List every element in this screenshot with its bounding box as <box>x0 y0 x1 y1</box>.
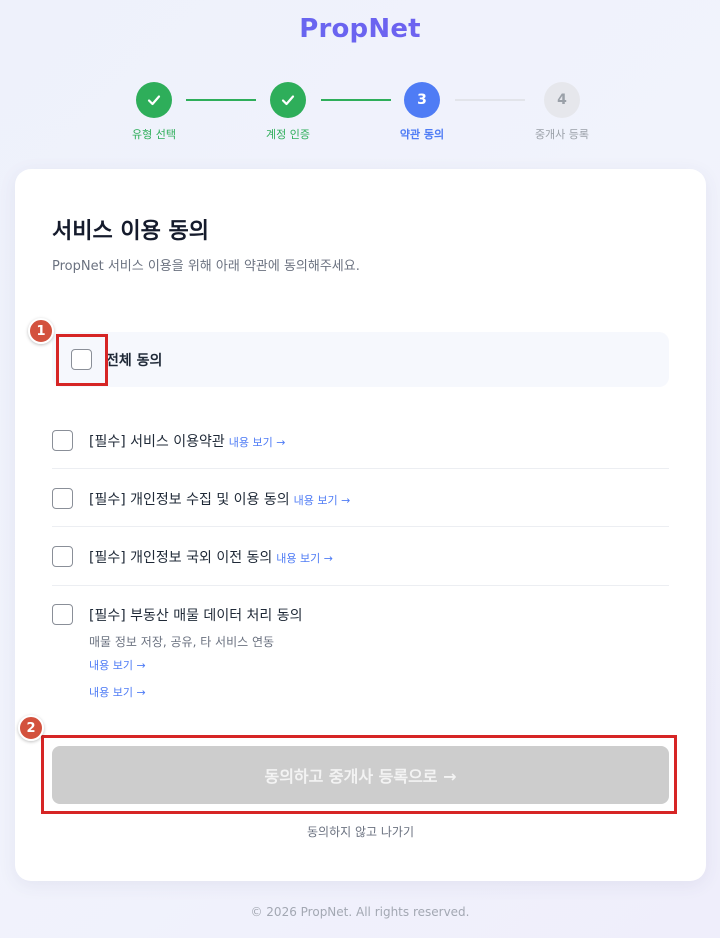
step-connector <box>321 99 391 101</box>
term-service-label: [필수] 서비스 이용약관 <box>89 434 225 450</box>
term-row-privacy-collection[interactable]: [필수] 개인정보 수집 및 이용 동의 내용 보기 → <box>52 488 669 510</box>
check-icon <box>147 95 161 106</box>
term-property-data-label: [필수] 부동산 매물 데이터 처리 동의 <box>89 608 303 624</box>
highlight-box-1 <box>56 334 108 386</box>
term-service-checkbox[interactable] <box>52 430 73 451</box>
step-1-indicator <box>136 82 172 118</box>
term-property-data-checkbox[interactable] <box>52 604 73 625</box>
term-property-data-description: 매물 정보 저장, 공유, 타 서비스 연동 <box>89 635 275 649</box>
term-row-property-data[interactable]: [필수] 부동산 매물 데이터 처리 동의 <box>52 604 669 626</box>
step-3-label: 약관 동의 <box>399 128 445 141</box>
term-privacy-collection-label: [필수] 개인정보 수집 및 이용 동의 <box>89 492 290 508</box>
progress-stepper: 유형 선택 계정 인증 3 약관 동의 4 중개사 등록 <box>0 82 720 152</box>
step-connector <box>186 99 256 101</box>
step-4-indicator: 4 <box>544 82 580 118</box>
term-privacy-transfer-view-link[interactable]: 내용 보기 → <box>276 552 333 565</box>
step-4-label: 중개사 등록 <box>534 128 590 141</box>
annotation-badge-2: 2 <box>18 715 44 741</box>
annotation-badge-1: 1 <box>28 318 54 344</box>
step-3-indicator: 3 <box>404 82 440 118</box>
page-title: 서비스 이용 동의 <box>52 219 209 244</box>
step-2-indicator <box>270 82 306 118</box>
decline-exit-link[interactable]: 동의하지 않고 나가기 <box>15 823 706 840</box>
step-connector <box>455 99 525 101</box>
divider <box>52 585 669 586</box>
term-property-data-view-link[interactable]: 내용 보기 → <box>89 657 146 673</box>
step-2-label: 계정 인증 <box>266 128 310 141</box>
step-1-label: 유형 선택 <box>132 128 176 141</box>
footer-copyright: © 2026 PropNet. All rights reserved. <box>250 905 470 919</box>
divider <box>52 468 669 469</box>
page-subtitle: PropNet 서비스 이용을 위해 아래 약관에 동의해주세요. <box>52 259 360 274</box>
term-property-data-view-link-2[interactable]: 내용 보기 → <box>89 684 146 700</box>
term-privacy-transfer-label: [필수] 개인정보 국외 이전 동의 <box>89 550 273 566</box>
term-privacy-collection-checkbox[interactable] <box>52 488 73 509</box>
agree-all-label: 전체 동의 <box>106 353 163 369</box>
term-privacy-collection-view-link[interactable]: 내용 보기 → <box>294 494 351 507</box>
check-icon <box>281 95 295 106</box>
term-row-service[interactable]: [필수] 서비스 이용약관 내용 보기 → <box>52 430 669 452</box>
term-row-privacy-transfer[interactable]: [필수] 개인정보 국외 이전 동의 내용 보기 → <box>52 546 669 568</box>
agree-all-row[interactable]: 전체 동의 <box>52 332 669 387</box>
highlight-box-2 <box>41 735 677 814</box>
term-privacy-transfer-checkbox[interactable] <box>52 546 73 567</box>
divider <box>52 526 669 527</box>
term-service-view-link[interactable]: 내용 보기 → <box>229 436 286 449</box>
app-logo: PropNet <box>0 14 720 44</box>
